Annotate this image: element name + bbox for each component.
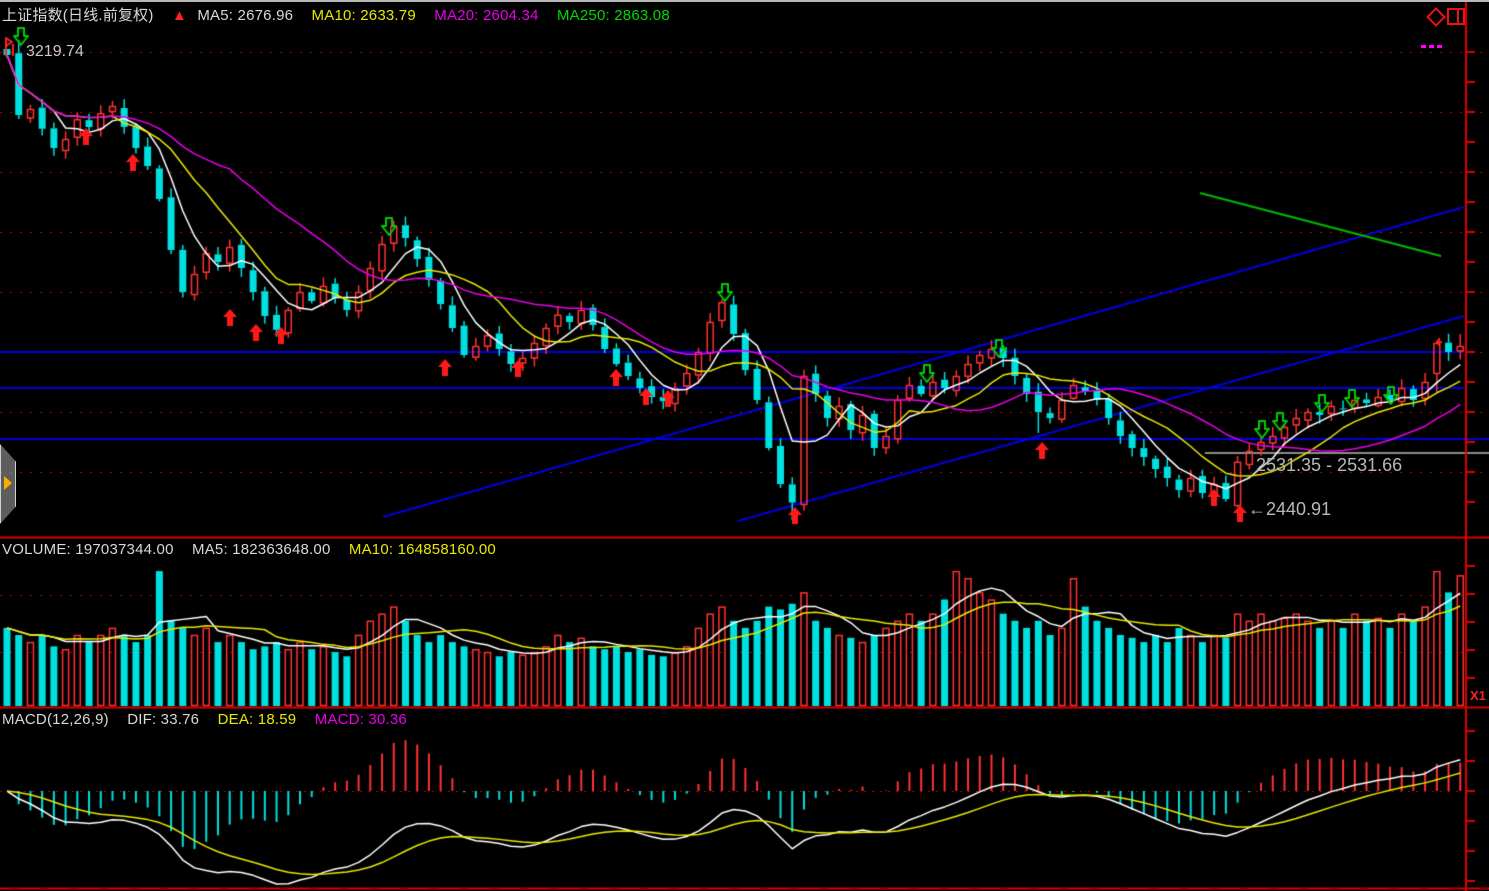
ma250-value: MA250: 2863.08 [557,7,670,24]
ma20-value: MA20: 2604.34 [434,7,538,24]
expand-right-arrow-icon [4,476,12,490]
window-top-edge [0,0,1489,2]
split-window-divider [1457,10,1459,23]
macd-pane-header: MACD(12,26,9) DIF: 33.76 DEA: 18.59 MACD… [2,711,421,728]
ma5-value: MA5: 2676.96 [197,7,293,24]
period-high-label: 3219.74 [26,43,84,61]
gap-range-label: 2531.35 - 2531.66 [1256,455,1402,476]
instrument-title: 上证指数(日线.前复权) [2,7,154,24]
dea-value: DEA: 18.59 [218,711,297,728]
up-arrow-icon: ▲ [172,7,187,24]
price-pane-header: 上证指数(日线.前复权) ▲ MA5: 2676.96 MA10: 2633.7… [2,4,684,25]
chart-canvas[interactable] [0,0,1489,891]
volume-value: VOLUME: 197037344.00 [2,541,174,558]
macd-value: MACD: 30.36 [315,711,407,728]
split-window-icon[interactable] [1447,8,1465,25]
macd-params: MACD(12,26,9) [2,711,109,728]
dif-value: DIF: 33.76 [127,711,199,728]
volume-ma5-value: MA5: 182363648.00 [192,541,331,558]
volume-ma10-value: MA10: 164858160.00 [349,541,496,558]
volume-pane-header: VOLUME: 197037344.00 MA5: 182363648.00 M… [2,541,510,558]
trading-app-window: 上证指数(日线.前复权) ▲ MA5: 2676.96 MA10: 2633.7… [0,0,1489,891]
more-options-dots-icon[interactable] [1421,35,1445,39]
ma10-value: MA10: 2633.79 [312,7,416,24]
scale-x1-label[interactable]: X1 [1470,688,1486,703]
period-low-label: ←2440.91 [1248,499,1331,520]
